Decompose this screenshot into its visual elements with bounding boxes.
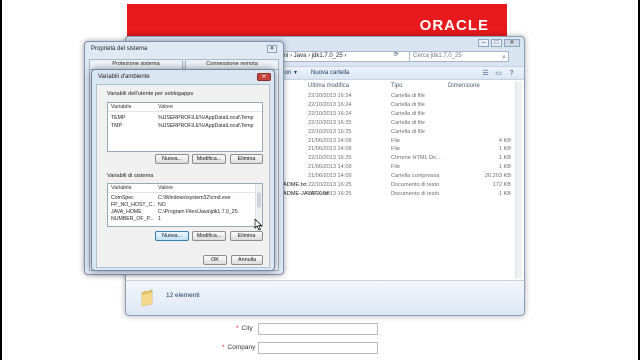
file-modified: 21/06/2013 14:09	[308, 173, 352, 180]
close-button[interactable]: ✕	[504, 39, 520, 47]
city-input[interactable]	[258, 323, 378, 335]
tab-remote-connection[interactable]: Connessione remota	[185, 59, 279, 69]
company-input[interactable]	[258, 342, 378, 354]
form-label-company: * Company	[222, 344, 256, 351]
file-size: 20.203 KB	[484, 173, 511, 180]
file-modified: 21/06/2013 14:09	[308, 137, 352, 144]
help-icon[interactable]: ?	[507, 69, 516, 78]
column-variable[interactable]: Variabile	[111, 185, 132, 191]
file-modified: 22/10/2013 16:25	[308, 182, 352, 188]
ok-button[interactable]: OK	[203, 255, 227, 265]
view-controls: ☰ ▭ ?	[481, 69, 516, 78]
organize-menu-suffix[interactable]: ton	[283, 70, 291, 76]
cancel-button[interactable]: Annulla	[231, 255, 263, 265]
system-new-button[interactable]: Nuova...	[155, 231, 189, 241]
tab-strip: Protezione sistema Connessione remota	[89, 59, 279, 69]
file-size: 4 KB	[498, 137, 511, 144]
user-variables-label: Variabili dell'utente per seblogapps	[107, 91, 194, 97]
column-type[interactable]: Tipo	[391, 83, 402, 89]
preview-pane-icon[interactable]: ▭	[494, 69, 503, 78]
column-variable[interactable]: Variabile	[111, 104, 132, 110]
address-bar[interactable]: mmi › Java › jdk1.7.0_25 ›	[266, 51, 410, 62]
file-size: 1 KB	[498, 190, 511, 197]
tab-system-protection[interactable]: Protezione sistema	[89, 59, 183, 69]
file-modified: 21/06/2013 14:09	[308, 164, 352, 171]
file-type: Documento di testo	[391, 190, 440, 197]
file-modified: 21/06/2013 14:09	[308, 146, 352, 153]
list-header: Variabile Valore	[108, 103, 262, 112]
folder-icon	[141, 289, 153, 307]
list-item[interactable]: ComSpec C:\Windows\system32\cmd.exe	[108, 195, 262, 202]
form-label-city: * City	[236, 325, 253, 332]
file-modified: 22/10/2013 16:25	[308, 155, 352, 162]
list-item[interactable]: TEMP %USERPROFILE%\AppData\Local\Temp	[108, 115, 262, 122]
dropdown-arrow-icon[interactable]: ▾	[294, 69, 297, 76]
user-edit-button[interactable]: Modifica...	[192, 154, 226, 164]
view-options-icon[interactable]: ☰	[481, 69, 490, 78]
close-button[interactable]: ✕	[257, 73, 271, 81]
file-type: File	[391, 146, 401, 153]
mouse-cursor-icon	[254, 219, 263, 231]
scrollbar-thumb[interactable]	[257, 192, 261, 208]
file-name: ADME.txt	[283, 182, 307, 188]
column-size[interactable]: Dimensione	[448, 83, 480, 89]
file-size: 172 KB	[492, 182, 511, 188]
column-modified[interactable]: Ultima modifica	[308, 83, 349, 89]
letterbox-left	[0, 0, 2, 360]
list-item[interactable]: NUMBER_OF_P... 1	[108, 216, 262, 223]
file-type: File	[391, 164, 401, 171]
status-bar: 12 elementi	[126, 280, 524, 315]
new-folder-button[interactable]: Nuova cartella	[311, 70, 349, 76]
list-header: Variabile Valore	[108, 184, 262, 193]
system-variables-label: Variabili di sistema	[107, 173, 154, 179]
file-modified: 22/10/2013 16:24	[308, 93, 352, 99]
close-button[interactable]: ✕	[267, 45, 277, 53]
file-modified: 22/10/2013 16:25	[308, 128, 352, 135]
dialog-title: Variabili d'ambiente	[98, 74, 150, 80]
file-type: Cartella di file	[391, 101, 425, 108]
user-new-button[interactable]: Nuova...	[155, 154, 189, 164]
minimize-button[interactable]: –	[478, 39, 489, 47]
environment-variables-dialog: Variabili d'ambiente ✕ Variabili dell'ut…	[91, 69, 275, 271]
explorer-scrollbar[interactable]	[515, 82, 522, 278]
dialog-body: Variabili dell'utente per seblogapps Var…	[96, 84, 270, 268]
list-item[interactable]: TMP %USERPROFILE%\AppData\Local\Temp	[108, 123, 262, 130]
list-item[interactable]: FP_NO_HOST_C... NO	[108, 202, 262, 209]
file-type: Cartella di file	[391, 110, 425, 117]
file-modified: 22/10/2013 16:25	[308, 119, 352, 126]
system-edit-button[interactable]: Modifica...	[192, 231, 226, 241]
file-size: 1 KB	[498, 146, 511, 153]
system-delete-button[interactable]: Elimina	[230, 231, 263, 241]
file-modified: 22/10/2013 16:24	[308, 110, 352, 117]
file-type: Cartella di file	[391, 128, 425, 135]
file-type: Documento di testo	[391, 182, 440, 188]
maximize-button[interactable]: □	[491, 39, 502, 47]
user-variables-list[interactable]: Variabile Valore TEMP %USERPROFILE%\AppD…	[107, 102, 263, 152]
window-controls: – □ ✕	[478, 39, 520, 47]
column-value[interactable]: Valore	[158, 185, 173, 191]
item-count: 12 elementi	[166, 292, 200, 299]
search-placeholder: Cerca jdk1.7.0_25	[413, 53, 462, 59]
file-type: Cartella di file	[391, 93, 425, 99]
file-modified: 22/10/2013 16:25	[308, 190, 352, 197]
system-variables-list[interactable]: Variabile Valore ComSpec C:\Windows\syst…	[107, 183, 263, 227]
refresh-icon[interactable]: ⟳	[390, 51, 402, 62]
search-icon[interactable]: ⌕	[502, 53, 506, 61]
oracle-logo: ORACLE	[419, 17, 489, 34]
file-type: Cartella di file	[391, 119, 425, 126]
file-type: Cartella compressa	[391, 173, 440, 180]
file-modified: 22/10/2013 16:24	[308, 101, 352, 108]
column-value[interactable]: Valore	[158, 104, 173, 110]
file-type: Chrome HTML Do...	[391, 155, 441, 162]
search-input[interactable]: Cerca jdk1.7.0_25 ⌕	[409, 51, 509, 62]
list-item[interactable]: JAVA_HOME C:\Program Files\Java\jdk1.7.0…	[108, 209, 262, 216]
dialog-title: Proprietà del sistema	[91, 46, 148, 52]
file-size: 1 KB	[498, 164, 511, 171]
user-delete-button[interactable]: Elimina	[230, 154, 263, 164]
file-type: File	[391, 137, 401, 144]
file-size: 1 KB	[498, 155, 511, 162]
